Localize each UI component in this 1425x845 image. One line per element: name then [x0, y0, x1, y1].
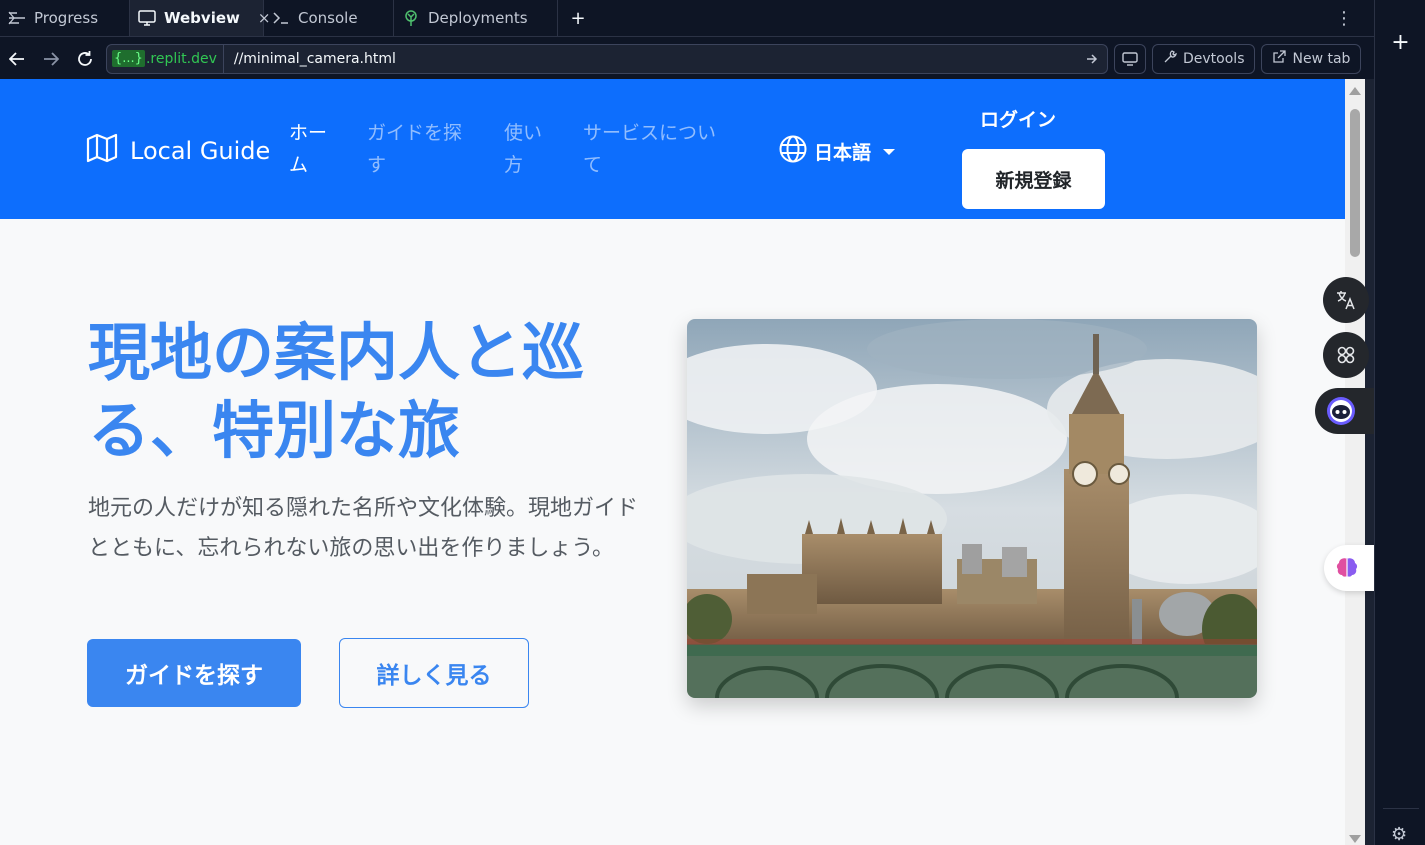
external-link-icon	[1272, 49, 1287, 68]
deploy-icon	[402, 9, 420, 27]
webview-page: Local Guide ホーム ガイドを探す 使い方 サービスについて 日本語 …	[0, 79, 1345, 845]
nav-how-to[interactable]: 使い方	[504, 117, 554, 181]
tab-deployments[interactable]: Deployments	[394, 0, 558, 36]
right-rail: + ⚙	[1374, 0, 1425, 845]
learn-more-button[interactable]: 詳しく見る	[339, 638, 529, 708]
translate-icon[interactable]	[1323, 277, 1369, 323]
caret-down-icon	[883, 148, 896, 155]
map-icon	[86, 133, 118, 169]
command-icon[interactable]	[1323, 332, 1369, 378]
back-button[interactable]	[0, 42, 34, 76]
forward-button[interactable]	[34, 42, 68, 76]
add-pane-icon[interactable]: +	[1375, 30, 1425, 55]
progress-icon	[8, 9, 26, 27]
tab-webview[interactable]: Webview ×	[130, 0, 270, 36]
login-link[interactable]: ログイン	[980, 105, 1056, 132]
tab-console[interactable]: Console	[264, 0, 394, 36]
address-field[interactable]: {...} .replit.dev //minimal_camera.html	[106, 43, 1108, 74]
divider	[1383, 808, 1419, 809]
language-dropdown[interactable]: 日本語	[778, 134, 896, 169]
wrench-icon	[1163, 49, 1177, 68]
brand[interactable]: Local Guide	[86, 133, 270, 169]
hero-title: 現地の案内人と巡る、特別な旅	[88, 316, 585, 467]
new-tab-button[interactable]: New tab	[1261, 43, 1362, 74]
find-guide-button[interactable]: ガイドを探す	[87, 639, 301, 707]
scrollbar-thumb[interactable]	[1350, 109, 1360, 257]
tab-progress[interactable]: Progress	[0, 0, 130, 36]
terminal-icon	[272, 9, 290, 27]
nav-about[interactable]: サービスについて	[583, 117, 733, 181]
assistant-bot-icon[interactable]	[1315, 388, 1374, 434]
url-bar: {...} .replit.dev //minimal_camera.html D…	[0, 38, 1374, 79]
vertical-scrollbar[interactable]	[1345, 79, 1365, 845]
signup-button[interactable]: 新規登録	[962, 149, 1105, 209]
monitor-icon	[138, 9, 156, 27]
device-preview-button[interactable]	[1114, 43, 1146, 74]
go-arrow-icon[interactable]	[1077, 53, 1107, 64]
url-path: //minimal_camera.html	[233, 50, 396, 67]
more-menu-icon[interactable]: ⋮	[1314, 0, 1374, 36]
url-host: {...} .replit.dev	[107, 44, 224, 73]
site-navbar: Local Guide ホーム ガイドを探す 使い方 サービスについて 日本語 …	[0, 79, 1345, 219]
hero-image	[687, 319, 1257, 698]
brain-ai-icon[interactable]	[1324, 545, 1374, 591]
add-tab-button[interactable]: +	[558, 0, 598, 36]
gear-icon[interactable]: ⚙	[1391, 824, 1407, 845]
globe-icon	[778, 134, 808, 169]
reload-button[interactable]	[68, 42, 102, 76]
scroll-down-icon[interactable]	[1349, 835, 1361, 843]
pane-divider	[1365, 79, 1374, 845]
scroll-up-icon[interactable]	[1349, 87, 1361, 95]
hero-description: 地元の人だけが知る隠れた名所や文化体験。現地ガイドとともに、忘れられない旅の思い…	[88, 496, 639, 561]
nav-home[interactable]: ホーム	[289, 117, 339, 181]
devtools-button[interactable]: Devtools	[1152, 43, 1256, 74]
nav-find-guide[interactable]: ガイドを探す	[367, 117, 477, 181]
tab-bar: Progress Webview × Console Deployments +…	[0, 0, 1374, 37]
